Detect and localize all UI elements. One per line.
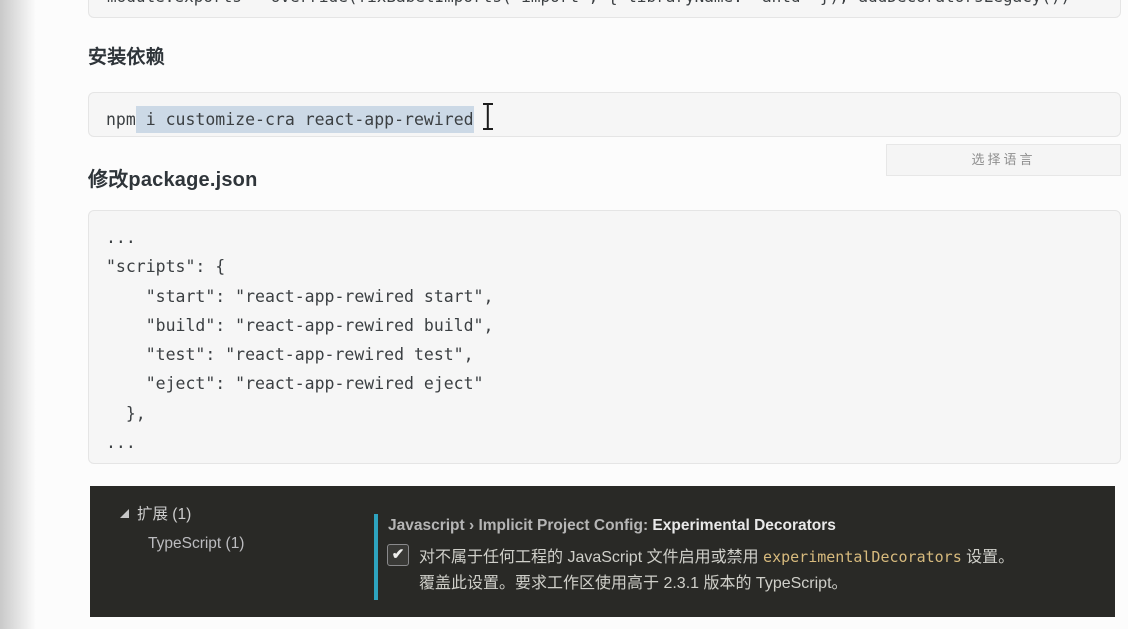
setting-body: ✔ 对不属于任何工程的 JavaScript 文件启用或禁用 experimen… (387, 544, 1109, 597)
clipped-code-block[interactable]: module.exports = override(fixBabelImport… (88, 0, 1121, 18)
setting-name: Experimental Decorators (652, 517, 836, 534)
tree-item-typescript[interactable]: TypeScript (1) (148, 535, 244, 553)
desc-before-code: 对不属于任何工程的 JavaScript 文件启用或禁用 (419, 549, 764, 566)
setting-description: 对不属于任何工程的 JavaScript 文件启用或禁用 experimenta… (419, 544, 1014, 597)
section-heading-install: 安装依赖 (88, 47, 165, 68)
desc-line1-tail: 设置。 (961, 549, 1015, 566)
install-command-block[interactable]: npm i customize-cra react-app-rewired (88, 92, 1121, 137)
tree-item-typescript-label: TypeScript (1) (148, 535, 245, 552)
vscode-settings-panel: 扩展 (1) TypeScript (1) Javascript › Impli… (90, 486, 1115, 617)
package-json-code: ... "scripts": { "start": "react-app-rew… (106, 228, 494, 453)
setting-category: Javascript › Implicit Project Config: (388, 517, 653, 534)
check-icon: ✔ (391, 546, 405, 563)
left-edge-vignette (0, 0, 48, 629)
tree-item-extensions[interactable]: 扩展 (1) (120, 502, 191, 524)
section-heading-modify: 修改package.json (88, 169, 258, 191)
selected-command-text: i customize-cra react-app-rewired (135, 106, 474, 133)
command-prefix: npm (106, 110, 136, 129)
twistie-expanded-icon[interactable] (120, 509, 129, 518)
clipped-code-line: module.exports = override(fixBabelImport… (107, 0, 1070, 6)
text-cursor-icon (482, 103, 493, 130)
package-json-code-block[interactable]: ... "scripts": { "start": "react-app-rew… (88, 210, 1121, 464)
desc-line2: 覆盖此设置。要求工作区使用高于 2.3.1 版本的 TypeScript。 (419, 575, 848, 592)
desc-code-token: experimentalDecorators (763, 548, 962, 566)
experimental-decorators-checkbox[interactable]: ✔ (387, 544, 409, 566)
modified-setting-indicator (374, 514, 378, 600)
install-command-line: npm i customize-cra react-app-rewired (89, 93, 1120, 133)
select-language-button[interactable]: 选择语言 (886, 144, 1121, 176)
tree-item-extensions-label: 扩展 (1) (137, 506, 192, 523)
setting-title: Javascript › Implicit Project Config: Ex… (388, 517, 836, 535)
